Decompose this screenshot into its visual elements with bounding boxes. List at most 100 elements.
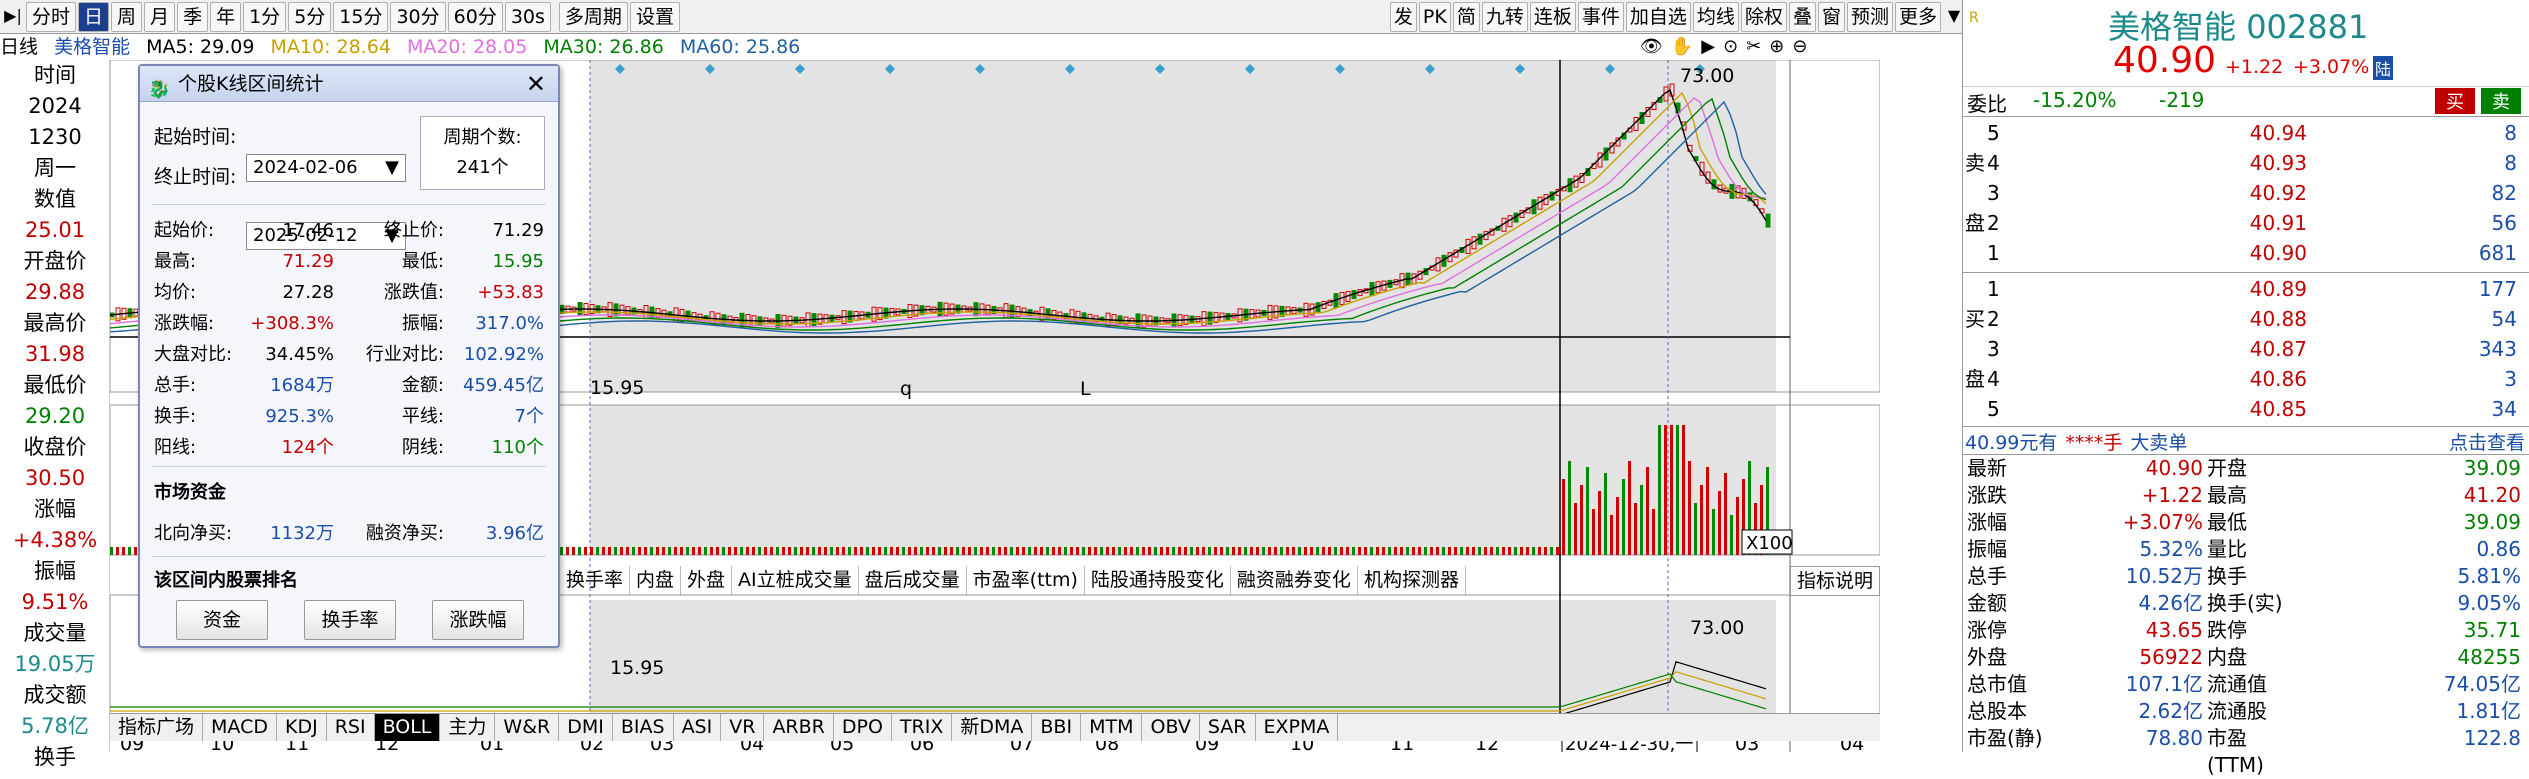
toolbar-tool-button[interactable]: 除权 [1740, 1, 1787, 32]
period-tab[interactable]: 月 [144, 1, 176, 32]
volume-bar [1076, 547, 1079, 555]
bottom-tab[interactable]: DMI [559, 714, 613, 741]
indicator-tab[interactable]: 机构探测器 [1358, 566, 1466, 596]
toolbar-tool-button[interactable]: 事件 [1577, 1, 1624, 32]
order-level-row: 5 40.94 8 [1963, 118, 2529, 148]
bottom-tab[interactable]: KDJ [277, 714, 327, 741]
bottom-tab[interactable]: BBI [1032, 714, 1082, 741]
bottom-tab[interactable]: DPO [834, 714, 892, 741]
rank-change-button[interactable]: 涨跌幅 [432, 600, 524, 640]
indicator-tab[interactable]: AI立桩成交量 [732, 566, 859, 596]
detail-label: 换手 [2207, 564, 2247, 588]
period-tab[interactable]: 60分 [447, 1, 503, 32]
period-tab[interactable]: 30分 [390, 1, 446, 32]
period-tab[interactable]: 日 [78, 1, 110, 32]
toolbar-extra-button[interactable]: 设置 [629, 1, 680, 32]
volume-bar [680, 547, 683, 555]
bottom-tab[interactable]: W&R [495, 714, 560, 741]
left-info-item: 周一 [34, 156, 76, 180]
volume-bar [1604, 473, 1607, 555]
bottom-tab[interactable]: 指标广场 [110, 714, 204, 741]
detail-label: 换手(实) [2207, 591, 2283, 615]
bottom-tab[interactable]: BOLL [374, 714, 441, 741]
bottom-tab[interactable]: 主力 [440, 714, 496, 741]
rank-turnover-button[interactable]: 换手率 [304, 600, 396, 640]
bottom-tab[interactable]: MTM [1081, 714, 1143, 741]
bottom-tab[interactable]: EXPMA [1256, 714, 1339, 741]
detail-row: 最新 40.90 开盘 39.09 [1963, 455, 2529, 482]
volume-bar [626, 547, 629, 555]
volume-bar [878, 547, 881, 555]
indicator-tab[interactable]: 外盘 [681, 566, 733, 596]
close-icon[interactable]: ✕ [526, 66, 546, 102]
start-date-select[interactable]: 2024-02-06 ▼ [246, 154, 406, 182]
play-icon[interactable]: ▶| [2, 2, 24, 32]
toolbar-tool-button[interactable]: 发 [1389, 1, 1417, 32]
period-tab[interactable]: 周 [111, 1, 143, 32]
detail-row: 振幅 5.32% 量比 0.86 [1963, 536, 2529, 563]
indicator-tab[interactable]: 融资融券变化 [1231, 566, 1358, 596]
detail-value: 40.90 [2145, 456, 2203, 480]
volume-bar [1430, 547, 1433, 555]
toolbar-tool-button[interactable]: 简 [1452, 1, 1480, 32]
bottom-tab[interactable]: VR [721, 714, 765, 741]
period-tab[interactable]: 年 [210, 1, 242, 32]
toolbar-tool-button[interactable]: 更多 [1894, 1, 1941, 32]
order-level-row: 3 40.87 343 [1963, 334, 2529, 364]
volume-bar [1286, 547, 1289, 555]
dialog-titlebar[interactable]: 🐉 个股K线区间统计 ✕ [140, 66, 558, 102]
bottom-tab[interactable]: BIAS [613, 714, 674, 741]
big-order-label[interactable]: 大卖单 [2130, 428, 2187, 455]
indicator-tab[interactable]: 市盈率(ttm) [967, 566, 1085, 596]
buy-button[interactable]: 买 [2435, 88, 2475, 114]
volume-bar [1208, 547, 1211, 555]
toolbar-tool-button[interactable]: 窗 [1817, 1, 1845, 32]
bottom-tab[interactable]: ARBR [764, 714, 834, 741]
click-view-link[interactable]: 点击查看 [2449, 428, 2525, 455]
volume-bar [1670, 425, 1673, 555]
period-tab[interactable]: 5分 [288, 1, 332, 32]
bottom-tab[interactable]: ASI [674, 714, 722, 741]
detail-value: 39.09 [2463, 510, 2521, 534]
period-tab[interactable]: 分时 [26, 1, 77, 32]
indicator-explain-button[interactable]: 指标说明 [1789, 566, 1880, 596]
toolbar-tool-button[interactable]: 叠 [1788, 1, 1816, 32]
book-volume: 177 [2478, 277, 2517, 301]
bottom-tab[interactable]: SAR [1200, 714, 1256, 741]
volume-bar [1070, 547, 1073, 555]
toolbar-tool-button[interactable]: 加自选 [1625, 1, 1691, 32]
indicator-tab[interactable]: 换手率 [560, 566, 631, 596]
period-tab[interactable]: 15分 [333, 1, 389, 32]
sell-button[interactable]: 卖 [2481, 88, 2521, 114]
bottom-tab[interactable]: TRIX [892, 714, 953, 741]
period-tab[interactable]: 季 [177, 1, 209, 32]
toolbar-tool-button[interactable]: PK [1418, 1, 1451, 32]
volume-bar [1256, 547, 1259, 555]
bottom-tab[interactable]: MACD [203, 714, 277, 741]
volume-bar [1640, 485, 1643, 555]
toolbar-extra-button[interactable]: 多周期 [558, 1, 628, 32]
indicator-tab[interactable]: 盘后成交量 [859, 566, 967, 596]
chart-tool-icons[interactable]: 👁✋▶⊙✂⊕⊖ [1640, 36, 1815, 57]
period-tab[interactable]: 1分 [243, 1, 287, 32]
bottom-tab[interactable]: RSI [327, 714, 375, 741]
period-tab[interactable]: 30s [504, 1, 551, 32]
bottom-tab[interactable]: OBV [1142, 714, 1200, 741]
bottom-tab[interactable]: 新DMA [952, 714, 1033, 741]
ma20-label: MA20: 28.05 [406, 36, 528, 58]
rank-funds-button[interactable]: 资金 [176, 600, 268, 640]
toolbar-tool-button[interactable]: 均线 [1692, 1, 1739, 32]
left-info-item: 25.01 [24, 218, 86, 242]
toolbar-tool-button[interactable]: 预测 [1846, 1, 1893, 32]
left-info-panel: 时间 2024 1230 周一 数值 25.01 开盘价 29.88 最高价 31.98 最低价 29… [0, 60, 110, 769]
start-time-label: 起始时间: [154, 126, 237, 148]
stat-value: 71.29 [492, 220, 544, 241]
weibi-num: -219 [2159, 88, 2205, 112]
toolbar-tool-button[interactable]: 九转 [1481, 1, 1528, 32]
volume-bar [1160, 547, 1163, 555]
stock-code: 002881 [2246, 8, 2369, 46]
stat-value: 102.92% [463, 344, 544, 365]
indicator-tab[interactable]: 陆股通持股变化 [1085, 566, 1231, 596]
indicator-tab[interactable]: 内盘 [630, 566, 682, 596]
toolbar-tool-button[interactable]: 连板 [1529, 1, 1576, 32]
